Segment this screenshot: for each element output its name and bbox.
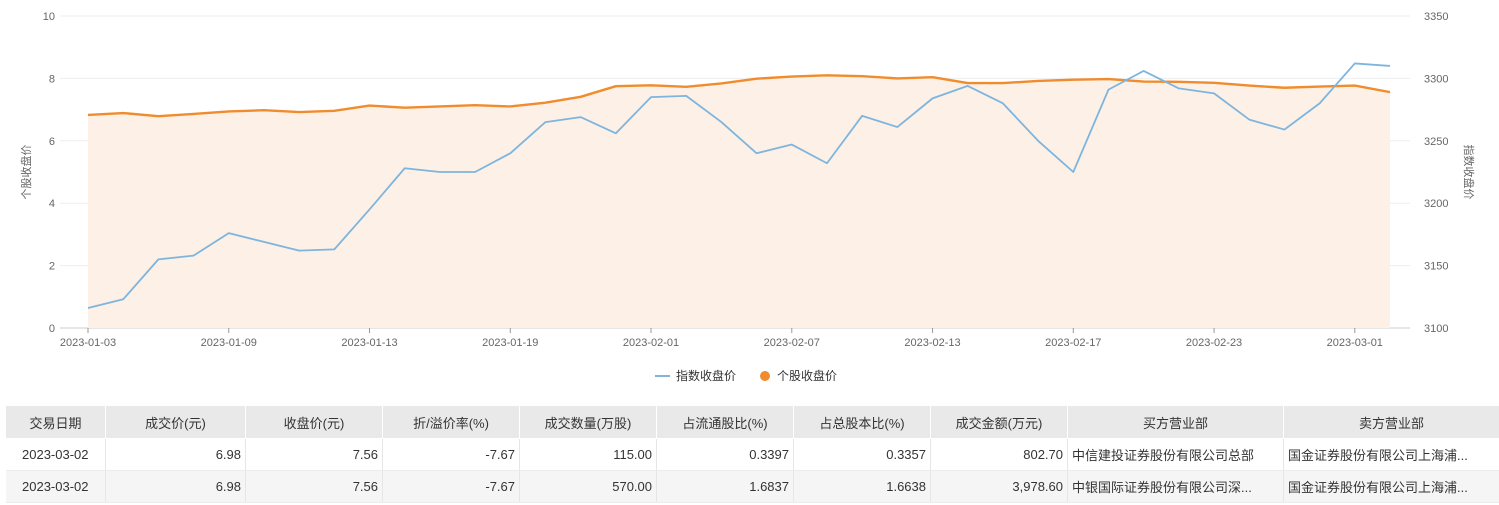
table-header-row: 交易日期 成交价(元) 收盘价(元) 折/溢价率(%) 成交数量(万股) 占流通…	[5, 405, 1499, 439]
y-left-tick-label: 4	[49, 198, 55, 210]
header-close-price[interactable]: 收盘价(元)	[245, 405, 383, 439]
y-left-axis-title: 个股收盘价	[19, 145, 33, 200]
cell-close-price: 7.56	[245, 438, 383, 471]
stock-area-fill	[88, 75, 1390, 328]
price-chart: 0 2 4 6 8 10 3100 3150 3200 3250 3300 3350 2023-01-0…	[0, 0, 1499, 400]
cell-volume: 570.00	[519, 470, 657, 503]
header-premium-rate[interactable]: 折/溢价率(%)	[382, 405, 520, 439]
x-tick-label: 2023-01-03	[60, 337, 116, 349]
header-buyer[interactable]: 买方营业部	[1067, 405, 1284, 439]
y-left-tick-label: 0	[49, 323, 55, 335]
cell-amount: 3,978.60	[930, 470, 1068, 503]
y-left-tick-label: 10	[43, 11, 55, 23]
legend-stock-swatch	[760, 371, 770, 381]
cell-trade-price: 6.98	[105, 438, 246, 471]
cell-seller: 国金证券股份有限公司上海浦...	[1283, 470, 1499, 503]
x-tick-label: 2023-02-01	[623, 337, 679, 349]
chart-svg: 0 2 4 6 8 10 3100 3150 3200 3250 3300 3350 2023-01-0…	[19, 11, 1476, 383]
table-row: 2023-03-02 6.98 7.56 -7.67 115.00 0.3397…	[5, 438, 1499, 471]
x-tick-label: 2023-02-23	[1186, 337, 1242, 349]
cell-buyer: 中信建投证券股份有限公司总部	[1067, 438, 1284, 471]
x-tick-label: 2023-03-01	[1327, 337, 1383, 349]
x-tick-label: 2023-02-17	[1045, 337, 1101, 349]
header-amount[interactable]: 成交金额(万元)	[930, 405, 1068, 439]
block-trade-table: 交易日期 成交价(元) 收盘价(元) 折/溢价率(%) 成交数量(万股) 占流通…	[5, 405, 1499, 503]
y-right-tick-label: 3150	[1424, 261, 1448, 273]
cell-premium-rate: -7.67	[382, 470, 520, 503]
cell-trade-date: 2023-03-02	[5, 470, 106, 503]
x-tick-label: 2023-01-09	[201, 337, 257, 349]
y-right-tick-label: 3300	[1424, 73, 1448, 85]
y-right-tick-label: 3250	[1424, 136, 1448, 148]
cell-buyer: 中银国际证券股份有限公司深...	[1067, 470, 1284, 503]
x-tick-label: 2023-02-13	[904, 337, 960, 349]
x-tick-label: 2023-01-19	[482, 337, 538, 349]
cell-volume: 115.00	[519, 438, 657, 471]
legend-stock-label: 个股收盘价	[777, 368, 837, 383]
header-total-ratio[interactable]: 占总股本比(%)	[793, 405, 931, 439]
header-trade-date[interactable]: 交易日期	[5, 405, 106, 439]
cell-amount: 802.70	[930, 438, 1068, 471]
cell-total-ratio: 1.6638	[793, 470, 931, 503]
cell-float-ratio: 0.3397	[656, 438, 794, 471]
y-left-tick-label: 8	[49, 73, 55, 85]
cell-total-ratio: 0.3357	[793, 438, 931, 471]
cell-seller: 国金证券股份有限公司上海浦...	[1283, 438, 1499, 471]
header-seller[interactable]: 卖方营业部	[1283, 405, 1499, 439]
x-tick-label: 2023-01-13	[341, 337, 397, 349]
y-left-tick-label: 2	[49, 261, 55, 273]
header-volume[interactable]: 成交数量(万股)	[519, 405, 657, 439]
cell-premium-rate: -7.67	[382, 438, 520, 471]
y-left-tick-label: 6	[49, 136, 55, 148]
y-right-tick-label: 3350	[1424, 11, 1448, 23]
cell-close-price: 7.56	[245, 470, 383, 503]
legend-index-label: 指数收盘价	[676, 368, 736, 383]
cell-trade-price: 6.98	[105, 470, 246, 503]
header-float-ratio[interactable]: 占流通股比(%)	[656, 405, 794, 439]
y-right-axis-title: 指数收盘价	[1462, 145, 1476, 200]
table-row: 2023-03-02 6.98 7.56 -7.67 570.00 1.6837…	[5, 470, 1499, 503]
cell-float-ratio: 1.6837	[656, 470, 794, 503]
header-trade-price[interactable]: 成交价(元)	[105, 405, 246, 439]
y-right-tick-label: 3100	[1424, 323, 1448, 335]
y-right-tick-label: 3200	[1424, 198, 1448, 210]
cell-trade-date: 2023-03-02	[5, 438, 106, 471]
x-tick-label: 2023-02-07	[764, 337, 820, 349]
